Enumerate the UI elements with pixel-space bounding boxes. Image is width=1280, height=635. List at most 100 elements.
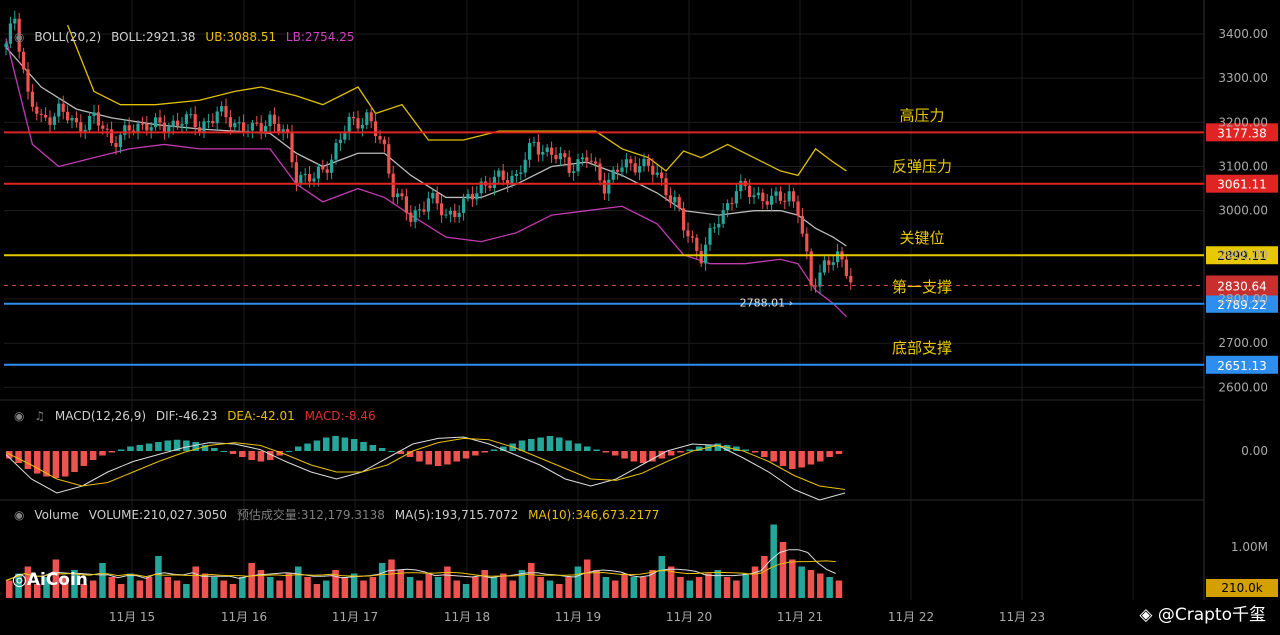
volume-bar	[127, 573, 134, 598]
candle-body	[444, 214, 448, 216]
macd-histogram-bar	[481, 451, 488, 453]
volume-ma5-value: MA(5):193,715.7072	[394, 508, 519, 522]
volume-indicator-name[interactable]: Volume	[34, 508, 79, 522]
volume-bar	[817, 573, 824, 598]
macd-histogram-bar	[556, 437, 563, 451]
candle-body	[761, 192, 765, 202]
estimated-volume-value: 预估成交量:312,179.3138	[236, 508, 385, 522]
candle-body	[717, 223, 721, 228]
eye-icon[interactable]: ◉	[14, 409, 24, 423]
candle-body	[638, 166, 642, 173]
macd-histogram-bar	[528, 439, 535, 451]
volume-bar	[294, 566, 302, 598]
candle-body	[682, 208, 686, 231]
volume-bar	[267, 577, 274, 598]
volume-bar	[583, 559, 591, 598]
candle-body	[105, 128, 109, 130]
macd-histogram-bar	[99, 451, 106, 456]
candle-body	[752, 195, 756, 198]
volume-bar	[136, 580, 144, 598]
candle-body	[783, 200, 787, 202]
candle-body	[426, 198, 430, 212]
price-levels: 高压力3177.38反弹压力3061.11关键位2899.11第一支撑2789.…	[4, 106, 1278, 374]
volume-bar	[835, 580, 843, 598]
volume-bar	[322, 580, 330, 598]
macd-histogram-bar	[835, 451, 843, 454]
candle-body	[629, 159, 633, 164]
macd-histogram-bar	[183, 440, 190, 451]
volume-bar	[145, 577, 153, 598]
macd-histogram-bar	[490, 449, 498, 451]
macd-histogram-bar	[332, 436, 339, 451]
macd-histogram-bar	[313, 440, 321, 451]
watermark: ◈ @Crapto千玺	[1139, 600, 1266, 625]
candle-body	[567, 157, 571, 173]
macd-histogram-bar	[378, 448, 386, 451]
macd-histogram-bar	[257, 451, 265, 462]
price-axis-tick: 3300.00	[1218, 71, 1268, 85]
volume-legend: ◉ Volume VOLUME:210,027.3050 预估成交量:312,1…	[14, 506, 665, 523]
macd-histogram-bar	[248, 451, 255, 460]
candle-body	[585, 157, 589, 161]
candle-body	[268, 114, 272, 127]
candle-body	[770, 195, 774, 205]
candle-body	[514, 173, 518, 176]
level-annotation: 反弹压力	[892, 158, 952, 176]
alarm-icon[interactable]: ♫	[34, 409, 45, 423]
macd-histogram-bar	[61, 451, 69, 477]
candle-body	[44, 114, 48, 118]
macd-histogram-bar	[164, 440, 172, 451]
volume-bar	[658, 556, 666, 598]
candle-body	[589, 160, 593, 162]
candle-body	[501, 170, 505, 181]
volume-bar	[444, 566, 451, 598]
level-annotation: 底部支撑	[892, 339, 952, 357]
eye-icon[interactable]: ◉	[14, 30, 24, 44]
macd-histogram-bar	[462, 451, 470, 459]
candle-body	[611, 169, 615, 180]
price-tag-label: 2651.13	[1217, 359, 1267, 373]
volume-bar	[789, 559, 796, 598]
candle-body	[572, 171, 576, 173]
volume-bar	[425, 573, 433, 598]
macd-histogram-bar	[239, 451, 246, 457]
volume-bar	[723, 577, 731, 598]
volume-bar	[826, 577, 833, 598]
candle-body	[396, 193, 400, 198]
macd-histogram-bar	[341, 437, 349, 451]
macd-histogram-bar	[798, 451, 805, 468]
candle-body	[523, 159, 527, 173]
candle-body	[620, 167, 624, 172]
candle-body	[774, 191, 778, 196]
candle-body	[61, 103, 65, 112]
macd-axis-tick: 0.00	[1241, 444, 1268, 458]
candle-body	[250, 122, 254, 131]
macd-histogram-bar	[71, 451, 78, 472]
time-axis-tick: 11月 15	[109, 610, 155, 624]
macd-panel: 0.00	[5, 436, 1268, 501]
candle-body	[646, 158, 650, 166]
volume-bar	[276, 580, 283, 598]
level-annotation: 关键位	[899, 229, 944, 247]
candle-body	[321, 166, 325, 170]
candle-body	[294, 162, 298, 184]
volume-bar	[369, 577, 377, 598]
candle-body	[228, 117, 232, 128]
macd-histogram-bar	[89, 451, 97, 460]
candle-body	[809, 251, 813, 286]
candle-body	[554, 154, 558, 160]
macd-indicator-name[interactable]: MACD(12,26,9)	[55, 409, 146, 423]
macd-histogram-bar	[639, 451, 647, 463]
watermark-icon: ◈	[1139, 605, 1153, 625]
boll-indicator-name[interactable]: BOLL(20,2)	[34, 30, 101, 44]
macd-histogram-bar	[388, 451, 395, 452]
candle-body	[673, 196, 677, 203]
candle-body	[748, 185, 752, 198]
candle-body	[800, 215, 804, 234]
macd-histogram-bar	[52, 451, 60, 478]
volume-bar	[304, 577, 311, 598]
candle-body	[466, 193, 470, 199]
eye-icon[interactable]: ◉	[14, 508, 24, 522]
volume-bar	[397, 570, 405, 598]
candle-body	[39, 113, 43, 115]
